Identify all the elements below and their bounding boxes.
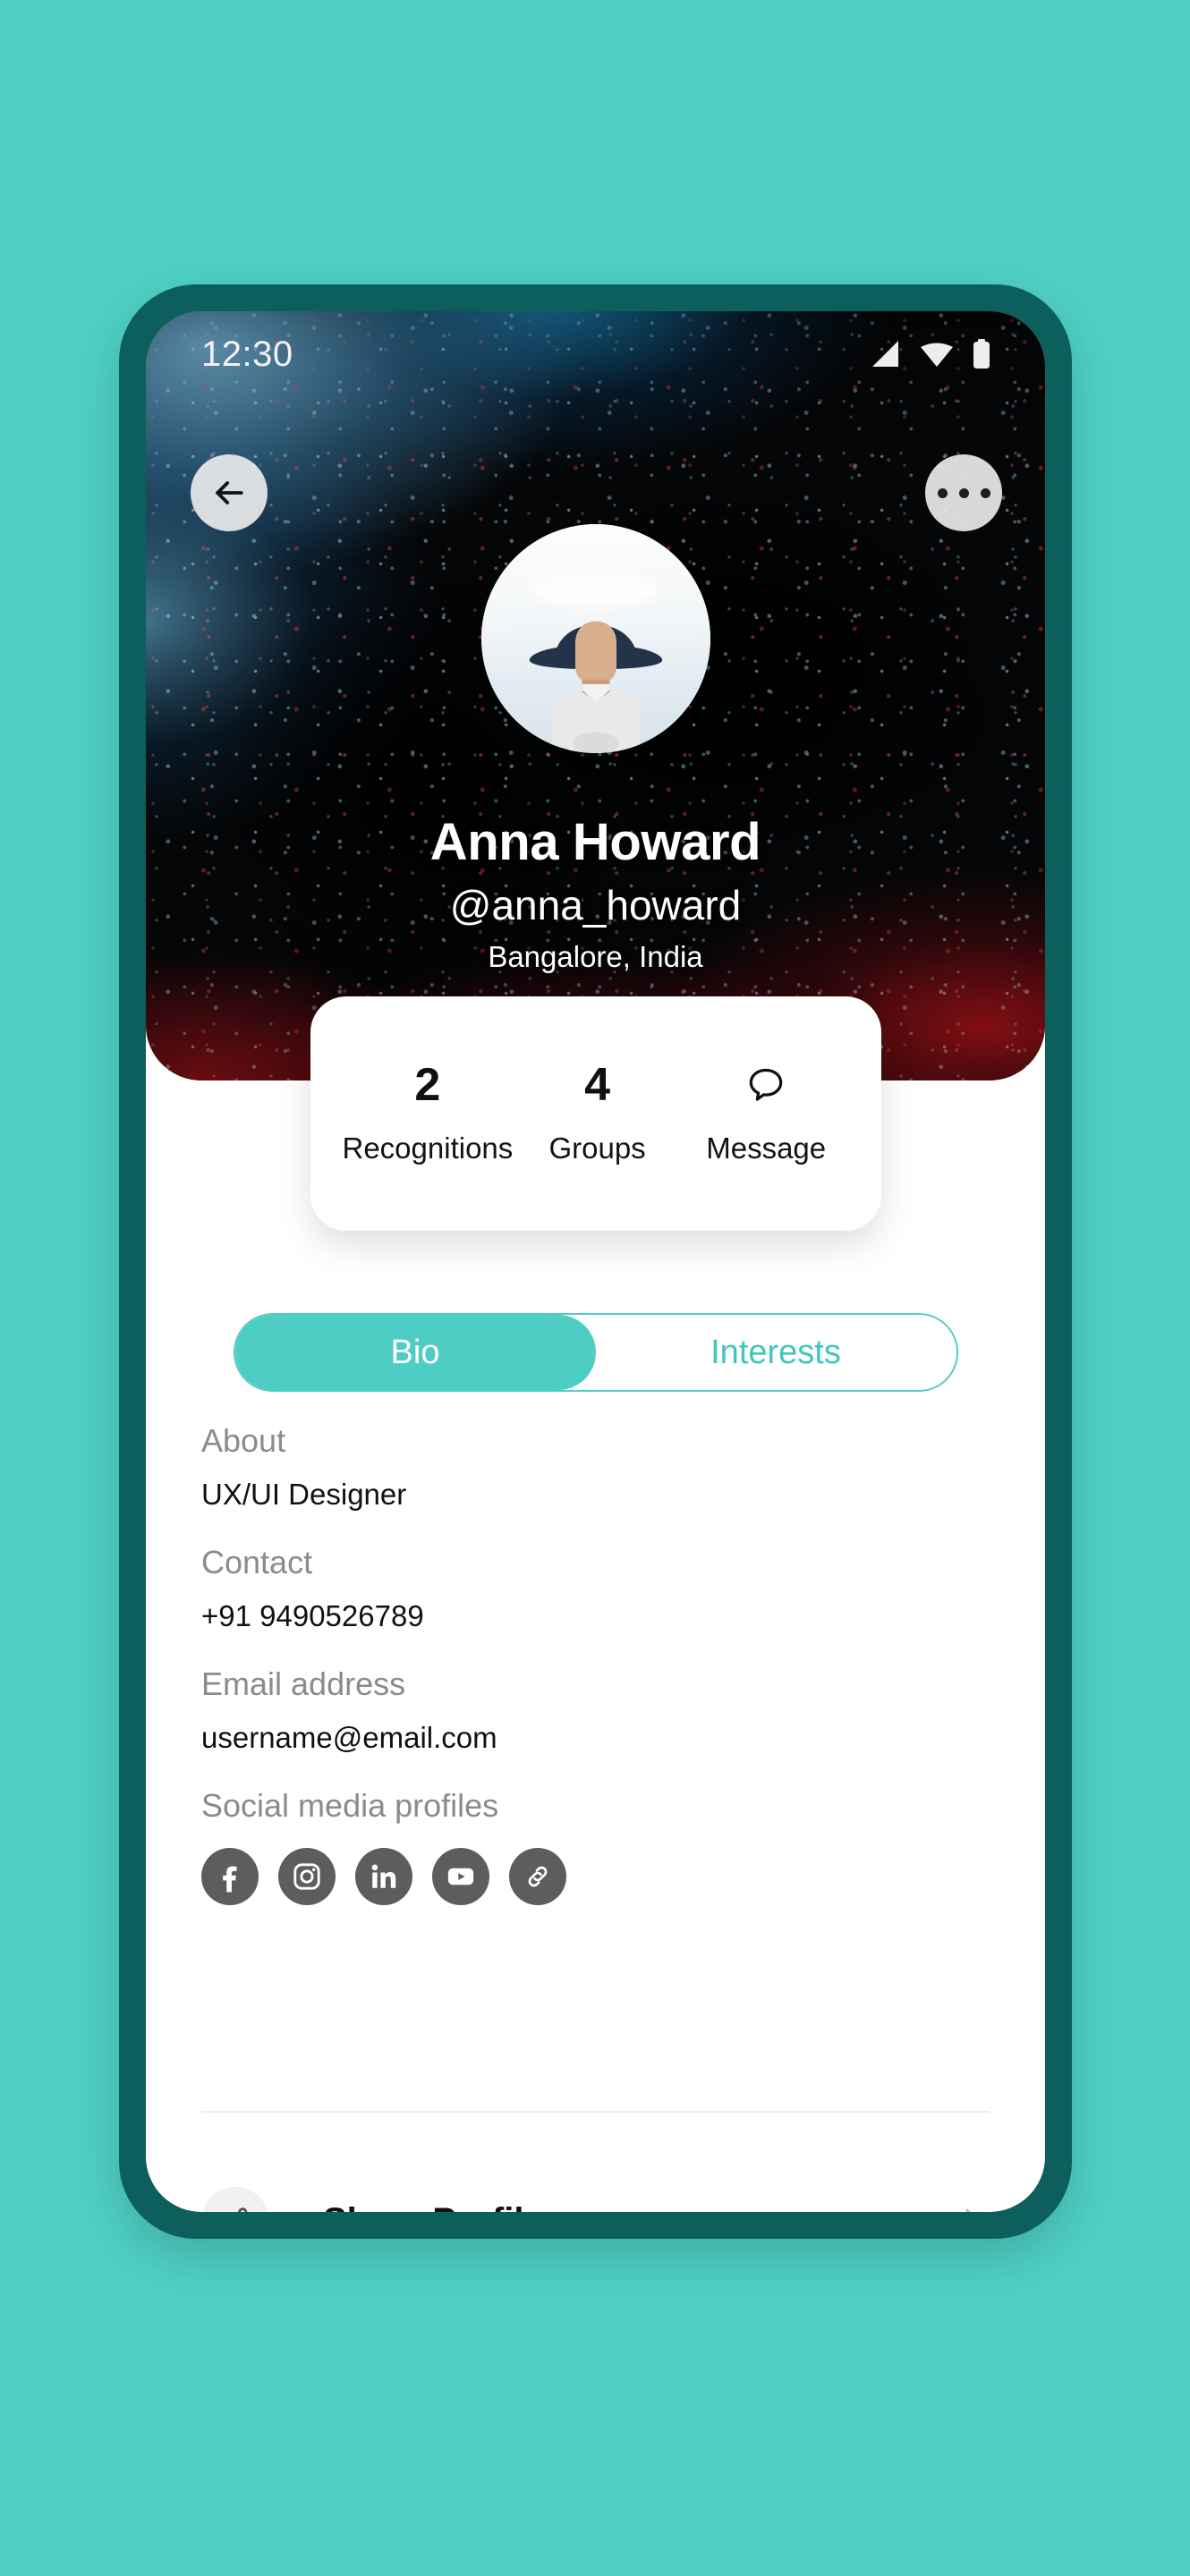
field-label: About [201,1422,286,1459]
arrow-left-icon [216,481,243,504]
chat-bubble-icon [745,1062,786,1108]
chevron-right-icon [965,2208,971,2212]
field-contact: Contact +91 9490526789 [201,1544,990,1633]
instagram-link[interactable] [278,1848,336,1905]
avatar-person [529,621,662,753]
field-email: Email address username@email.com [201,1665,990,1755]
profile-name: Anna Howard [429,813,761,871]
field-about: About UX/UI Designer [201,1422,990,1512]
avatar-cloud [531,574,660,607]
stat-value: 2 [414,1059,441,1111]
stats-card: 2 Recognitions 4 Groups Message [310,996,881,1231]
back-button[interactable] [191,454,268,531]
facebook-link[interactable] [201,1848,259,1905]
field-value: username@email.com [201,1721,497,1754]
linkedin-link[interactable] [355,1848,412,1905]
facebook-icon [223,1866,237,1893]
profile-location: Bangalore, India [488,940,703,973]
field-social: Social media profiles [201,1787,990,1905]
share-profile-label: Share Profile [323,2201,954,2213]
field-label: Email address [201,1665,406,1702]
more-horizontal-icon [937,487,990,498]
field-label: Contact [201,1544,313,1580]
wifi-icon [921,343,953,367]
stat-value: 4 [584,1059,611,1111]
profile-tabs: Bio Interests [233,1313,958,1392]
field-value: UX/UI Designer [201,1478,407,1511]
tab-bio[interactable]: Bio [234,1315,596,1390]
linkedin-icon [371,1864,396,1888]
stat-groups[interactable]: 4 Groups [513,1062,682,1165]
profile-handle: @anna_howard [449,882,742,928]
stat-recognitions[interactable]: 2 Recognitions [343,1062,514,1165]
phone-screen: 12:30 Anna Howard @anna_howard Bangalore… [146,311,1045,2212]
profile-identity: Anna Howard @anna_howard Bangalore, Indi… [146,812,1045,974]
stat-label: Recognitions [342,1131,514,1165]
instagram-icon [293,1863,320,1890]
signal-icon [872,341,898,367]
stat-label: Message [706,1131,827,1165]
status-icons [870,339,991,369]
youtube-icon [447,1868,474,1885]
avatar[interactable] [480,524,710,753]
stat-label: Groups [548,1131,646,1165]
field-value: +91 9490526789 [201,1599,424,1632]
link-icon [528,1866,548,1887]
stat-message[interactable]: Message [682,1062,851,1165]
status-time: 12:30 [201,334,293,374]
phone-device-frame: 12:30 Anna Howard @anna_howard Bangalore… [119,284,1072,2239]
tab-interests[interactable]: Interests [595,1315,956,1390]
share-profile-row[interactable]: Share Profile [201,2172,990,2212]
youtube-link[interactable] [432,1848,489,1905]
status-bar: 12:30 [146,311,1045,397]
battery-icon [973,339,990,369]
divider [201,2111,990,2113]
share-icon [201,2187,269,2212]
social-icons [201,1848,990,1905]
more-options-button[interactable] [925,454,1002,531]
field-label: Social media profiles [201,1787,499,1824]
bio-panel: About UX/UI Designer Contact +91 9490526… [146,1422,1045,1905]
link-link[interactable] [509,1848,566,1905]
